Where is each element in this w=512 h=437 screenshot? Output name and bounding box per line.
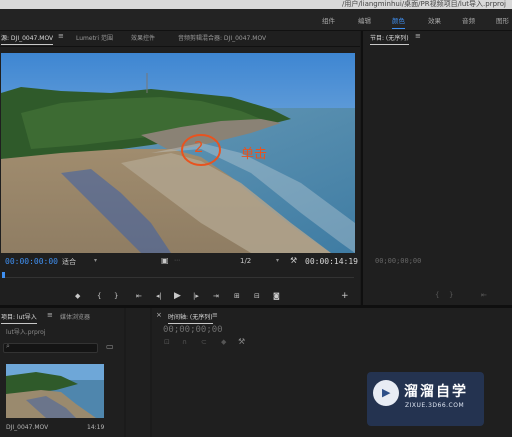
tab-lumetri-scopes[interactable]: Lumetri 范围: [76, 33, 113, 42]
step-forward-icon[interactable]: |▸: [193, 292, 199, 300]
overwrite-icon[interactable]: ⊟: [254, 292, 260, 300]
timeline-tab-menu-icon[interactable]: ≡: [212, 311, 218, 319]
play-icon[interactable]: ▶: [174, 291, 181, 301]
clip-duration: 14:19: [87, 424, 105, 431]
tab-media-browser[interactable]: 媒体浏览器: [60, 312, 90, 321]
program-mark-out-icon[interactable]: }: [449, 291, 453, 299]
tab-audio-clip-mixer[interactable]: 音频剪辑混合器: DJI_0047.MOV: [178, 33, 266, 42]
workspace-editing[interactable]: 编辑: [358, 15, 371, 25]
source-current-timecode[interactable]: 00:00:00:00: [5, 257, 58, 266]
wrench-icon[interactable]: ⚒: [290, 256, 297, 265]
insert-icon[interactable]: ⊞: [234, 292, 240, 300]
folder-icon[interactable]: ▭: [106, 342, 114, 351]
workspace-bar: 组件 编辑 颜色 效果 音频 图形: [0, 9, 512, 31]
program-mark-in-icon[interactable]: {: [435, 291, 439, 299]
clip-thumbnail-image: [6, 364, 104, 418]
tab-program[interactable]: 节目: (无序列): [370, 33, 409, 45]
search-icon: ⌕: [6, 342, 10, 350]
tab-effect-controls[interactable]: 效果控件: [131, 33, 155, 42]
workspace-color[interactable]: 颜色: [392, 15, 405, 29]
fit-dropdown[interactable]: 适合: [62, 257, 76, 267]
workspace-audio[interactable]: 音频: [462, 15, 475, 25]
annotation-click-label: 单击: [241, 147, 268, 162]
mark-in-icon[interactable]: {: [97, 292, 101, 300]
settings-icon[interactable]: ▣: [161, 256, 169, 265]
program-go-to-in-icon[interactable]: ⇤: [481, 291, 487, 299]
nest-icon[interactable]: ⊡: [164, 338, 170, 346]
program-timecode[interactable]: 00;00;00;00: [375, 257, 421, 265]
go-to-in-icon[interactable]: ⇤: [136, 292, 142, 300]
timeline-close-icon[interactable]: ×: [156, 311, 162, 319]
step-back-icon[interactable]: ◂|: [156, 292, 162, 300]
clip-name[interactable]: DJI_0047.MOV: [6, 424, 48, 431]
go-to-out-icon[interactable]: ⇥: [213, 292, 219, 300]
fit-chevron-down-icon[interactable]: ▾: [94, 257, 97, 264]
source-time-ruler[interactable]: [2, 272, 354, 278]
tools-panel: ▶ ⇢ ⟺ ◇ ⊢⊣ ✎ ✋ T: [126, 308, 271, 437]
project-tab-menu-icon[interactable]: ≡: [47, 311, 53, 319]
mark-out-icon[interactable]: }: [114, 292, 118, 300]
tab-menu-icon[interactable]: ≡: [58, 32, 64, 40]
workspace-graphics[interactable]: 图形: [496, 15, 509, 25]
snap-icon[interactable]: ∩: [182, 338, 187, 346]
watermark-logo-icon: ▶: [373, 380, 399, 406]
program-tab-menu-icon[interactable]: ≡: [415, 32, 421, 40]
plus-icon[interactable]: +: [341, 291, 349, 301]
resolution-dropdown[interactable]: 1/2: [240, 257, 251, 265]
beach-frame-image: [1, 53, 355, 253]
project-path: /用户/liangminhui/桌面/PR视频项目/lut导入.prproj: [341, 0, 506, 8]
project-panel: 项目: lut导入 ≡ 媒体浏览器 lut导入.prproj ⌕ ▭ DJI_0…: [0, 308, 124, 437]
playhead[interactable]: [2, 272, 5, 278]
annotation-step-number: 2: [194, 138, 204, 156]
watermark-url: ZIXUE.3D66.COM: [405, 402, 465, 409]
caption-icon[interactable]: ⋯: [174, 257, 180, 264]
project-search-input[interactable]: ⌕: [3, 342, 98, 353]
tab-project[interactable]: 项目: lut导入: [1, 312, 37, 324]
title-bar: /用户/liangminhui/桌面/PR视频项目/lut导入.prproj: [0, 0, 512, 9]
linked-selection-icon[interactable]: ⊂: [201, 338, 207, 346]
tab-source[interactable]: 源: DJI_0047.MOV: [1, 33, 54, 45]
workspace-assembly[interactable]: 组件: [322, 15, 335, 25]
add-marker-icon[interactable]: ◆: [221, 338, 226, 346]
source-duration-timecode: 00:00:14:19: [305, 257, 358, 266]
resolution-chevron-down-icon[interactable]: ▾: [276, 257, 279, 264]
timeline-timecode[interactable]: 00;00;00;00: [163, 325, 223, 335]
tab-timeline[interactable]: 时间轴: (无序列): [168, 312, 213, 324]
watermark-title: 溜溜自学: [404, 384, 468, 400]
watermark-box: ▶ 溜溜自学 ZIXUE.3D66.COM: [367, 372, 484, 426]
source-tab-bar: 源: DJI_0047.MOV ≡ Lumetri 范围 效果控件 音频剪辑混合…: [0, 31, 360, 47]
timeline-wrench-icon[interactable]: ⚒: [238, 337, 245, 346]
project-file-name: lut导入.prproj: [6, 329, 46, 336]
camera-icon[interactable]: ◙: [273, 292, 280, 300]
workspace-effects[interactable]: 效果: [428, 15, 441, 25]
marker-icon[interactable]: ◆: [75, 292, 80, 300]
program-monitor-panel: 节目: (无序列) ≡ 00;00;00;00 { } ⇤: [363, 31, 512, 305]
clip-thumbnail[interactable]: [6, 364, 104, 418]
video-preview[interactable]: 2 单击: [1, 53, 355, 253]
